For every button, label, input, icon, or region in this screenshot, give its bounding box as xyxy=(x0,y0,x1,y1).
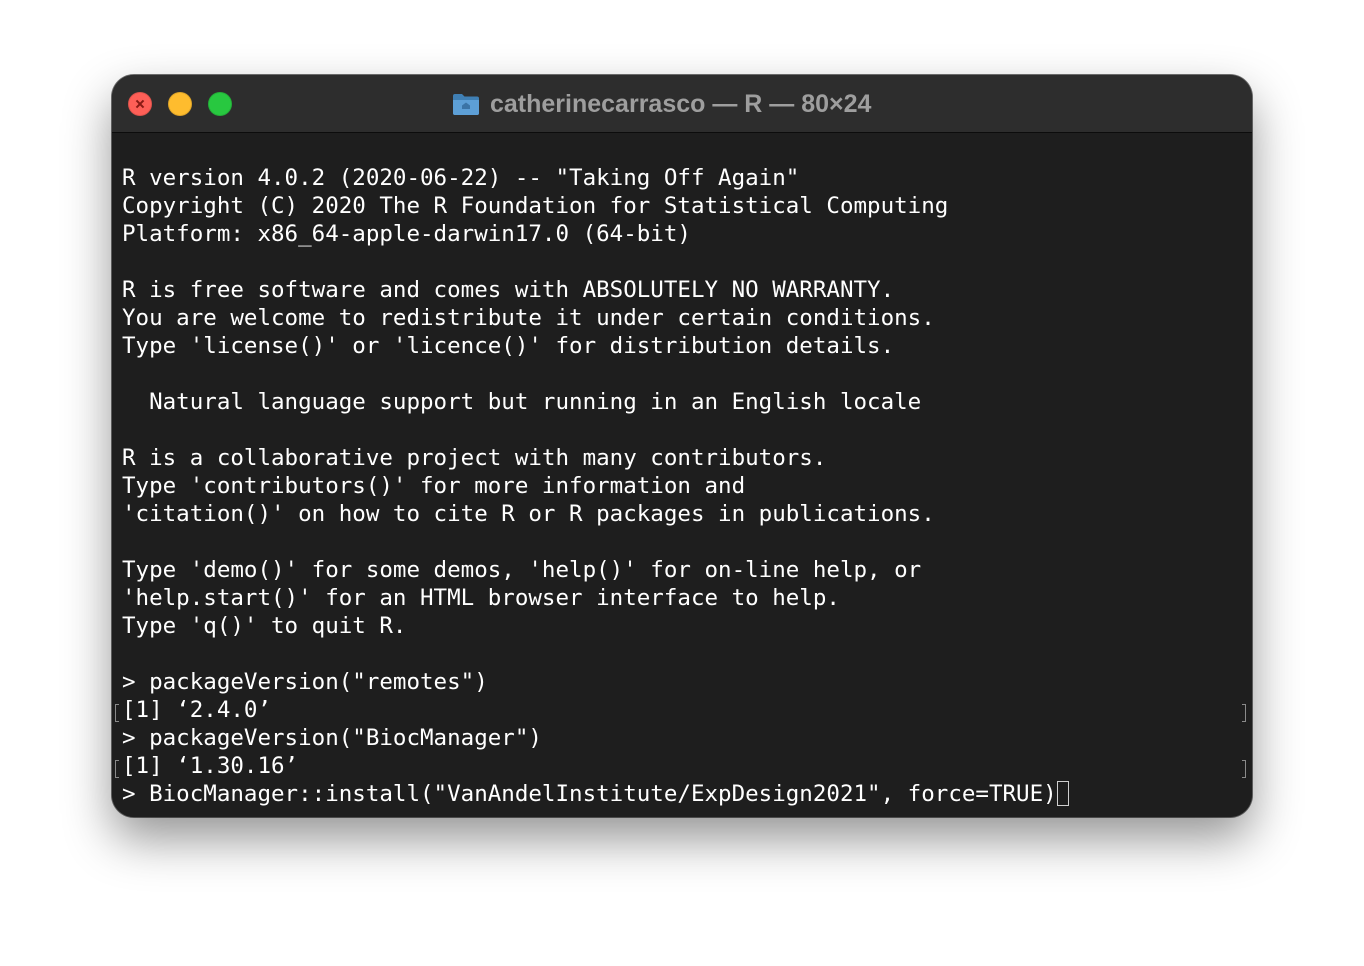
window-title-group: catherinecarrasco — R — 80×24 xyxy=(452,89,871,119)
terminal-line: R is a collaborative project with many c… xyxy=(122,445,827,471)
close-button[interactable] xyxy=(128,92,152,116)
command-mark-left xyxy=(115,760,119,778)
terminal-line: You are welcome to redistribute it under… xyxy=(122,305,935,331)
terminal-line: Type 'license()' or 'licence()' for dist… xyxy=(122,333,895,359)
terminal-content[interactable]: R version 4.0.2 (2020-06-22) -- "Taking … xyxy=(112,133,1252,817)
close-icon xyxy=(136,100,144,108)
folder-home-icon xyxy=(453,94,479,115)
command-mark-right xyxy=(1242,704,1246,722)
terminal-line: R version 4.0.2 (2020-06-22) -- "Taking … xyxy=(122,165,800,191)
terminal-line: Type 'q()' to quit R. xyxy=(122,613,407,639)
minimize-button[interactable] xyxy=(168,92,192,116)
terminal-window: catherinecarrasco — R — 80×24 R version … xyxy=(112,75,1252,817)
terminal-line: Type 'contributors()' for more informati… xyxy=(122,473,746,499)
current-command: > BiocManager::install("VanAndelInstitut… xyxy=(122,781,1057,807)
terminal-line: Type 'demo()' for some demos, 'help()' f… xyxy=(122,557,922,583)
current-prompt-line[interactable]: > BiocManager::install("VanAndelInstitut… xyxy=(122,780,1069,808)
terminal-line: Natural language support but running in … xyxy=(122,389,922,415)
window-title: catherinecarrasco — R — 80×24 xyxy=(490,89,872,118)
terminal-line: 'help.start()' for an HTML browser inter… xyxy=(122,585,840,611)
output-line: [1] ‘1.30.16’ xyxy=(122,753,299,779)
terminal-line: Copyright (C) 2020 The R Foundation for … xyxy=(122,193,949,219)
terminal-output: R version 4.0.2 (2020-06-22) -- "Taking … xyxy=(122,164,1069,808)
zoom-button[interactable] xyxy=(208,92,232,116)
command-line: > packageVersion("remotes") xyxy=(122,669,488,695)
command-mark-right xyxy=(1242,760,1246,778)
command-line: > packageVersion("BiocManager") xyxy=(122,725,542,751)
terminal-line: Platform: x86_64-apple-darwin17.0 (64-bi… xyxy=(122,221,691,247)
terminal-line: R is free software and comes with ABSOLU… xyxy=(122,277,895,303)
title-bar[interactable]: catherinecarrasco — R — 80×24 xyxy=(112,75,1252,133)
command-mark-left xyxy=(115,704,119,722)
terminal-line: 'citation()' on how to cite R or R packa… xyxy=(122,501,935,527)
text-cursor xyxy=(1056,781,1069,806)
output-line: [1] ‘2.4.0’ xyxy=(122,697,272,723)
